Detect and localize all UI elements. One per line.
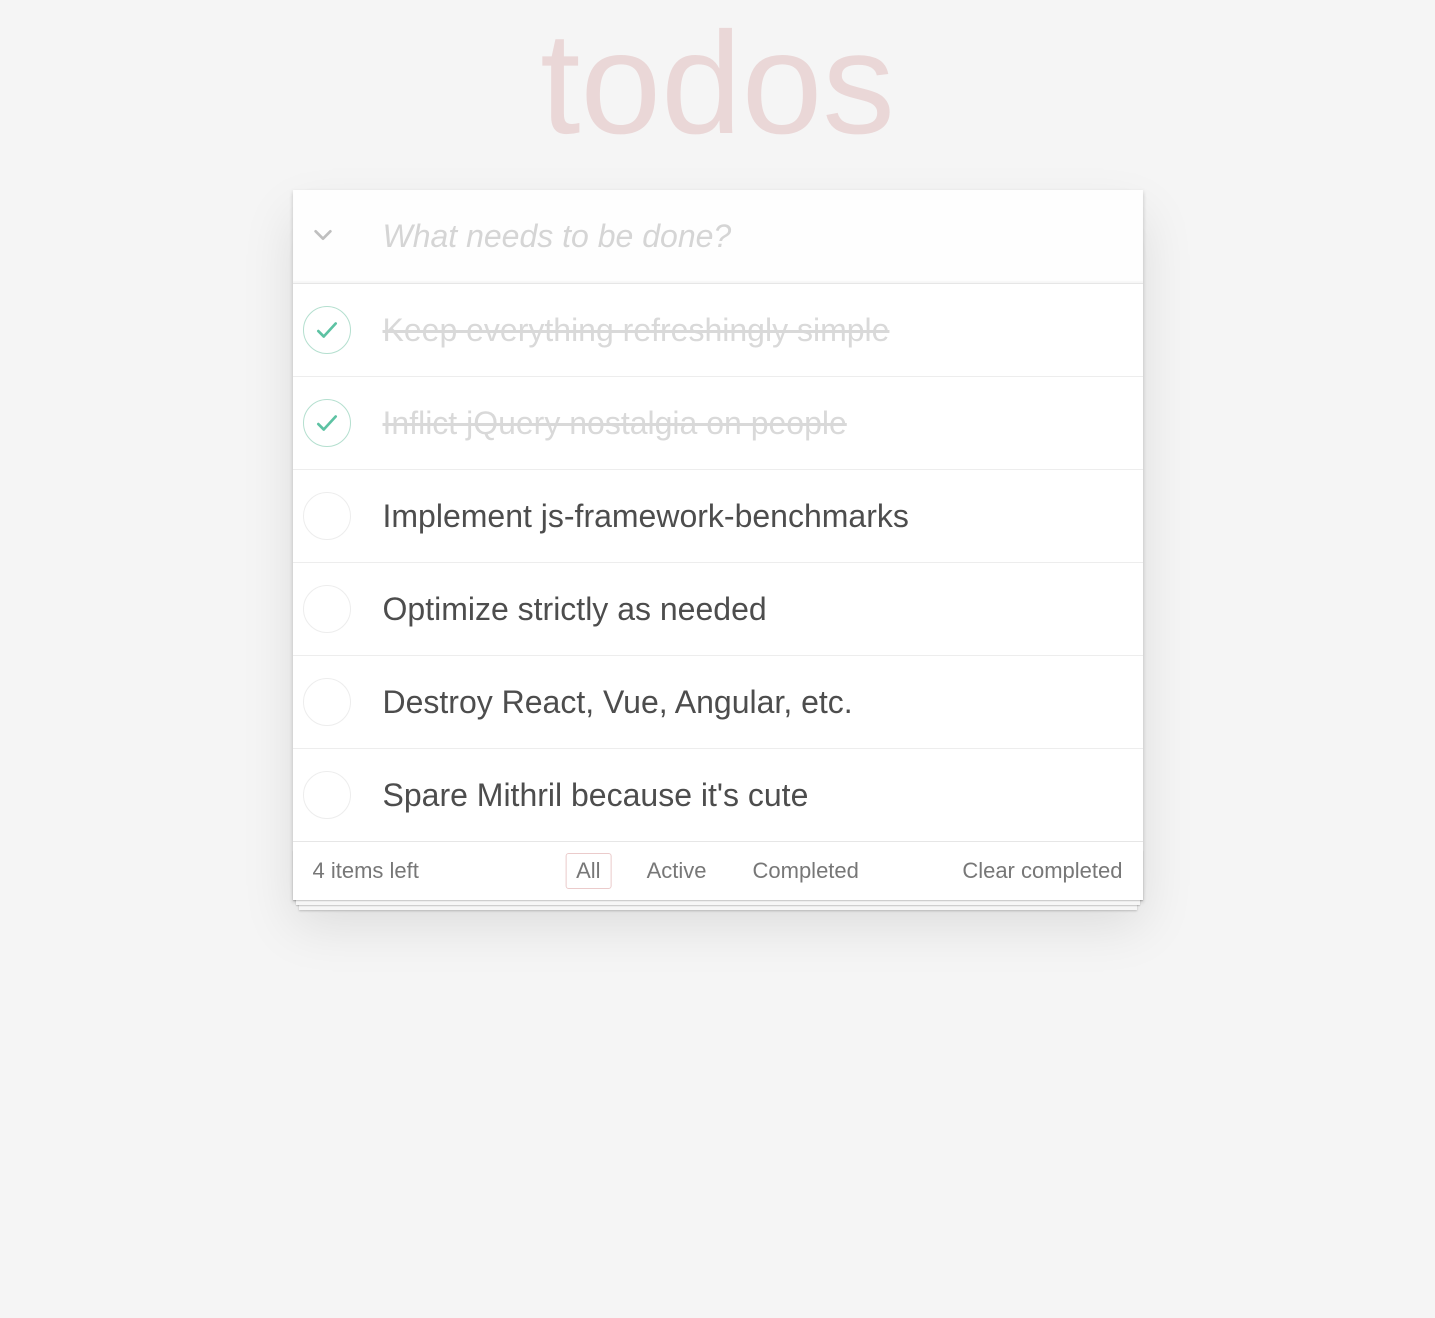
check-icon xyxy=(314,317,340,343)
todo-label[interactable]: Destroy React, Vue, Angular, etc. xyxy=(383,683,853,721)
todo-list: Keep everything refreshingly simple Infli… xyxy=(293,284,1143,841)
filter-completed[interactable]: Completed xyxy=(741,853,869,889)
toggle-all-button[interactable] xyxy=(293,190,353,283)
todo-label[interactable]: Inflict jQuery nostalgia on people xyxy=(383,404,847,442)
new-todo-input[interactable] xyxy=(293,190,1143,283)
todo-item: Optimize strictly as needed xyxy=(293,563,1143,656)
todo-card: Keep everything refreshingly simple Infli… xyxy=(293,190,1143,900)
filter-active[interactable]: Active xyxy=(636,853,718,889)
check-icon xyxy=(314,410,340,436)
todo-label[interactable]: Optimize strictly as needed xyxy=(383,590,767,628)
app-title: todos xyxy=(293,0,1143,170)
todo-item: Implement js-framework-benchmarks xyxy=(293,470,1143,563)
todo-label[interactable]: Keep everything refreshingly simple xyxy=(383,311,890,349)
chevron-down-icon xyxy=(312,224,334,249)
todo-toggle[interactable] xyxy=(303,771,351,819)
todo-item: Spare Mithril because it's cute xyxy=(293,749,1143,841)
todo-toggle[interactable] xyxy=(303,399,351,447)
filter-all[interactable]: All xyxy=(565,853,611,889)
filter-list: All Active Completed xyxy=(565,853,870,889)
todo-item: Inflict jQuery nostalgia on people xyxy=(293,377,1143,470)
todo-item: Destroy React, Vue, Angular, etc. xyxy=(293,656,1143,749)
todo-item: Keep everything refreshingly simple xyxy=(293,284,1143,377)
footer: 4 items left AllActiveCompleted Clear co… xyxy=(293,841,1143,900)
todo-toggle[interactable] xyxy=(303,306,351,354)
todo-label[interactable]: Implement js-framework-benchmarks xyxy=(383,497,909,535)
todo-label[interactable]: Spare Mithril because it's cute xyxy=(383,776,809,814)
todo-app: todos Keep everything refreshingly simpl… xyxy=(293,0,1143,900)
todo-toggle[interactable] xyxy=(303,678,351,726)
todo-toggle[interactable] xyxy=(303,492,351,540)
todo-toggle[interactable] xyxy=(303,585,351,633)
header xyxy=(293,190,1143,284)
